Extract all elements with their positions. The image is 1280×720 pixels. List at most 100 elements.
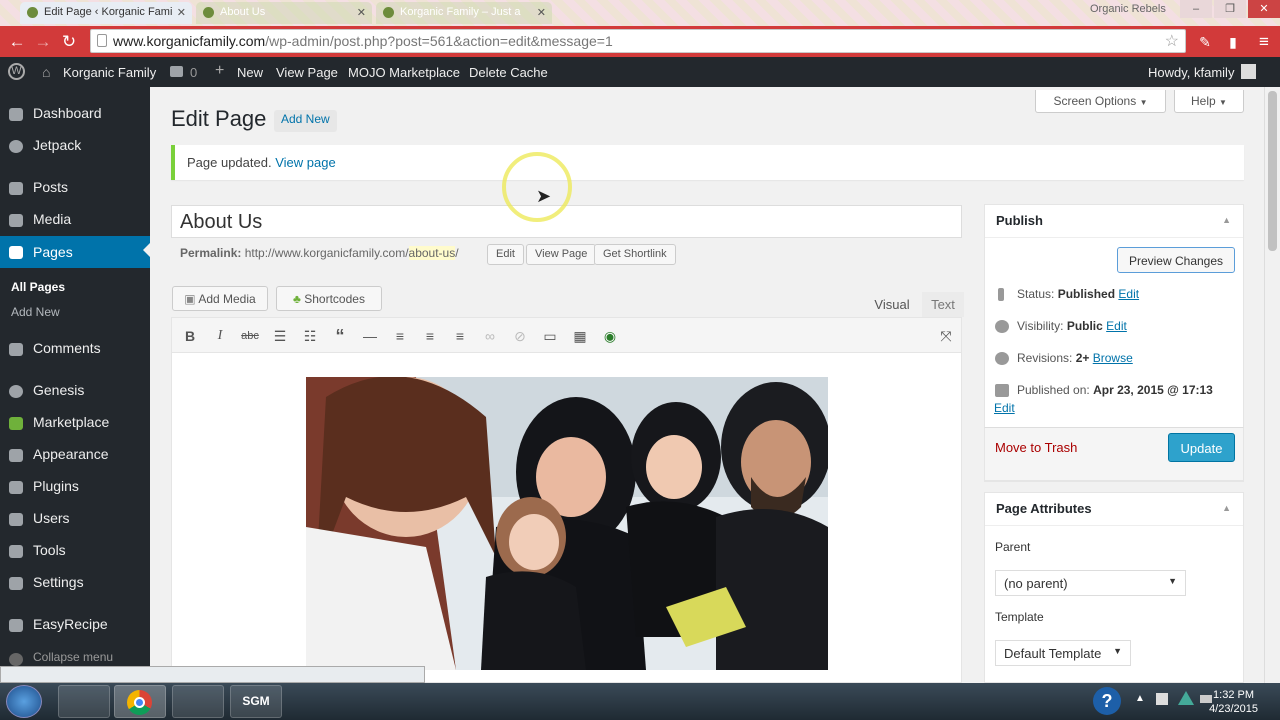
- submenu-add-new[interactable]: Add New: [11, 305, 60, 319]
- tab-text[interactable]: Text: [922, 292, 964, 317]
- howdy-user-link[interactable]: Howdy, kfamily: [1148, 65, 1234, 80]
- edit-status-link[interactable]: Edit: [1118, 287, 1139, 301]
- sidebar-item-plugins[interactable]: Plugins: [0, 473, 150, 501]
- numbered-list-icon[interactable]: ☷: [301, 327, 319, 345]
- bullet-list-icon[interactable]: ☰: [271, 327, 289, 345]
- post-title-input[interactable]: About Us: [171, 205, 962, 238]
- bold-icon[interactable]: B: [181, 327, 199, 345]
- shortcodes-button[interactable]: ♣ Shortcodes: [276, 286, 382, 311]
- maximize-icon[interactable]: ❐: [1214, 0, 1246, 18]
- sidebar-item-posts[interactable]: Posts: [0, 174, 150, 202]
- bookmark-star-icon[interactable]: ☆: [1165, 31, 1179, 51]
- sidebar-item-dashboard[interactable]: Dashboard: [0, 100, 150, 128]
- submenu-all-pages[interactable]: All Pages: [11, 280, 65, 294]
- permalink-base[interactable]: http://www.korganicfamily.com/: [245, 246, 409, 260]
- view-page-button[interactable]: View Page: [526, 244, 597, 265]
- browser-tab-about-us[interactable]: About Us ✕: [196, 2, 372, 24]
- close-tab-icon[interactable]: ✕: [357, 6, 366, 19]
- chrome-icon[interactable]: [114, 685, 166, 718]
- chrome-user-badge[interactable]: Organic Rebels: [1090, 3, 1166, 15]
- help-button[interactable]: Help ▼: [1174, 90, 1244, 113]
- strikethrough-icon[interactable]: abc: [241, 327, 259, 345]
- page-attributes-header[interactable]: Page Attributes ▲: [985, 493, 1243, 526]
- minimize-icon[interactable]: –: [1180, 0, 1212, 18]
- view-page-link[interactable]: View Page: [276, 65, 338, 80]
- help-question-icon[interactable]: ?: [1093, 687, 1121, 715]
- update-button[interactable]: Update: [1168, 433, 1235, 462]
- document-extension-icon[interactable]: ▮: [1222, 31, 1244, 53]
- address-bar[interactable]: www.korganicfamily.com/wp-admin/post.php…: [90, 29, 1186, 53]
- collapse-arrow-icon[interactable]: ▲: [1222, 503, 1231, 513]
- blockquote-icon[interactable]: “: [331, 327, 349, 345]
- browse-revisions-link[interactable]: Browse: [1093, 351, 1133, 365]
- tab-visual[interactable]: Visual: [864, 292, 920, 317]
- sidebar-item-tools[interactable]: Tools: [0, 537, 150, 565]
- sidebar-item-comments[interactable]: Comments: [0, 335, 150, 363]
- close-window-icon[interactable]: ✕: [1248, 0, 1280, 18]
- comments-count[interactable]: 0: [190, 65, 197, 80]
- view-page-notice-link[interactable]: View page: [275, 155, 335, 170]
- sidebar-item-genesis[interactable]: Genesis: [0, 377, 150, 405]
- sidebar-item-settings[interactable]: Settings: [0, 569, 150, 597]
- horizontal-line-icon[interactable]: —: [361, 327, 379, 345]
- family-photo[interactable]: [306, 377, 828, 670]
- read-more-icon[interactable]: ▭: [541, 327, 559, 345]
- sidebar-item-appearance[interactable]: Appearance: [0, 441, 150, 469]
- align-right-icon[interactable]: ≡: [451, 327, 469, 345]
- forward-arrow-icon[interactable]: →: [32, 31, 54, 53]
- add-new-button[interactable]: Add New: [274, 110, 337, 132]
- screen-options-button[interactable]: Screen Options ▼: [1035, 90, 1166, 113]
- italic-icon[interactable]: I: [211, 327, 229, 345]
- scrollbar-thumb[interactable]: [1268, 91, 1277, 251]
- browser-tab-edit-page[interactable]: Edit Page ‹ Korganic Fami ✕: [20, 2, 192, 24]
- mojo-marketplace-link[interactable]: MOJO Marketplace: [348, 65, 460, 80]
- permalink-slug[interactable]: about-us: [408, 246, 456, 260]
- align-center-icon[interactable]: ≡: [421, 327, 439, 345]
- new-content-link[interactable]: New: [237, 65, 263, 80]
- pen-extension-icon[interactable]: ✎: [1194, 31, 1216, 53]
- comments-bubble-icon[interactable]: [170, 66, 183, 77]
- page-scrollbar[interactable]: [1264, 87, 1280, 683]
- wordpress-logo-icon[interactable]: W: [8, 63, 25, 80]
- align-left-icon[interactable]: ≡: [391, 327, 409, 345]
- edit-date-link[interactable]: Edit: [994, 401, 1015, 415]
- file-explorer-icon[interactable]: [58, 685, 110, 718]
- avatar[interactable]: [1241, 64, 1256, 79]
- template-select[interactable]: Default Template ▼: [995, 640, 1131, 666]
- get-shortlink-button[interactable]: Get Shortlink: [594, 244, 676, 265]
- parent-select[interactable]: (no parent) ▼: [995, 570, 1186, 596]
- edit-permalink-button[interactable]: Edit: [487, 244, 524, 265]
- reload-icon[interactable]: ↻: [58, 31, 80, 53]
- sidebar-item-marketplace[interactable]: Marketplace: [0, 409, 150, 437]
- edit-visibility-link[interactable]: Edit: [1106, 319, 1127, 333]
- close-tab-icon[interactable]: ✕: [537, 6, 546, 19]
- back-arrow-icon[interactable]: ←: [6, 31, 28, 53]
- tray-device-icon[interactable]: [1156, 693, 1168, 705]
- taskbar-clock[interactable]: 1:32 PM 4/23/2015: [1209, 688, 1258, 716]
- sidebar-item-easyrecipe[interactable]: EasyRecipe: [0, 611, 150, 639]
- preview-changes-button[interactable]: Preview Changes: [1117, 247, 1235, 273]
- insert-link-icon[interactable]: ∞: [481, 327, 499, 345]
- sgm-app-icon[interactable]: SGM: [230, 685, 282, 718]
- tray-expand-icon[interactable]: ▲: [1135, 693, 1145, 704]
- collapse-arrow-icon[interactable]: ▲: [1222, 215, 1231, 225]
- chrome-menu-icon[interactable]: ≡: [1253, 31, 1275, 53]
- sidebar-item-jetpack[interactable]: Jetpack: [0, 132, 150, 160]
- sidebar-item-pages[interactable]: Pages: [0, 236, 150, 268]
- start-button-icon[interactable]: [6, 685, 42, 718]
- move-to-trash-link[interactable]: Move to Trash: [995, 440, 1077, 455]
- fullscreen-icon[interactable]: ⤧: [937, 327, 955, 345]
- site-name-link[interactable]: Korganic Family: [63, 65, 156, 80]
- remove-link-icon[interactable]: ⊘: [511, 327, 529, 345]
- add-media-button[interactable]: ▣ Add Media: [172, 286, 268, 311]
- toolbar-toggle-icon[interactable]: ▦: [571, 327, 589, 345]
- tray-drive-icon[interactable]: [1178, 691, 1194, 705]
- delete-cache-link[interactable]: Delete Cache: [469, 65, 548, 80]
- recipe-plugin-icon[interactable]: ◉: [601, 327, 619, 345]
- sidebar-item-users[interactable]: Users: [0, 505, 150, 533]
- sidebar-item-media[interactable]: Media: [0, 206, 150, 234]
- browser-tab-korganic-family[interactable]: Korganic Family – Just a ✕: [376, 2, 552, 24]
- close-tab-icon[interactable]: ✕: [177, 6, 186, 19]
- publish-box-header[interactable]: Publish ▲: [985, 205, 1243, 238]
- word-icon[interactable]: [172, 685, 224, 718]
